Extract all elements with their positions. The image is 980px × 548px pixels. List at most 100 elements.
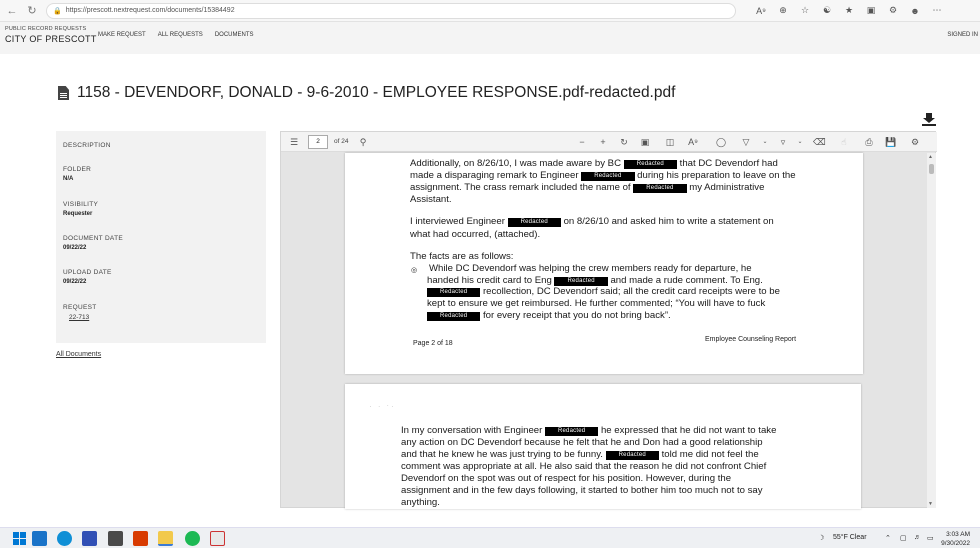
pdf-line: Redacted recollection, DC Devendorf said… [427,286,780,299]
weather-icon: ☽ [818,535,825,542]
description-label: DESCRIPTION [63,142,111,149]
app-icon[interactable] [210,531,225,546]
time: 3:03 AM [946,531,970,538]
chevron-down-icon[interactable]: ⌄ [761,135,769,149]
pdf-page-3: . . ·. In my conversation with Engineer … [345,384,861,509]
pdf-line: made a disparaging remark to Engineer Re… [410,170,796,181]
read-aloud-icon[interactable]: A⁹ [686,135,700,149]
folder-label: FOLDER [63,166,92,173]
pdf-toolbar: ☰ 2 of 24 ⚲ − + ↻ ▣ ◫ A⁹ ◯ ▽ ⌄ ▿ ⌄ ⌫ ☝ ⎙… [281,132,937,152]
office-icon[interactable] [133,531,148,546]
pdf-scrollbar[interactable]: ▲ ▼ [927,153,936,508]
weather-text[interactable]: 55°F Clear [833,534,867,541]
page-number-input[interactable]: 2 [308,135,328,149]
page-footer-left: Page 2 of 18 [413,340,453,347]
pdf-line: The facts are as follows: [410,251,514,262]
highlight-icon[interactable]: ▽ [740,135,752,149]
redaction-box: Redacted [605,451,659,460]
scroll-down-icon[interactable]: ▼ [928,501,933,507]
request-section: REQUEST 22-713 [63,304,97,321]
visibility-value: Requester [63,211,93,217]
site-subtitle: PUBLIC RECORD REQUESTS [5,26,87,32]
battery-icon[interactable]: ▭ [927,534,934,542]
redaction-box: Redacted [581,172,635,181]
upload-date-section: UPLOAD DATE 09/22/22 [63,269,112,285]
zoom-in-icon[interactable]: + [597,135,609,149]
download-icon[interactable] [922,113,936,127]
extension-icon[interactable]: ⚙ [882,5,904,16]
signed-in-link[interactable]: SIGNED IN [947,32,978,38]
fit-page-icon[interactable]: ▣ [639,135,651,149]
chevron-up-icon[interactable]: ⌃ [885,534,891,542]
page-footer-right: Employee Counseling Report [705,336,797,343]
start-icon[interactable] [12,531,27,546]
nav-documents[interactable]: DOCUMENTS [215,32,254,38]
redaction-box: Redacted [623,160,677,169]
file-explorer-icon[interactable] [158,531,173,546]
network-icon[interactable]: ▢ [900,534,907,542]
redaction-box: Redacted [544,427,599,436]
date: 9/30/2022 [941,540,970,547]
nav-all-requests[interactable]: ALL REQUESTS [158,32,203,38]
clock[interactable]: 3:03 AM 9/30/2022 [941,530,970,548]
redaction-box: Redacted [633,184,687,193]
all-documents-link[interactable]: All Documents [56,351,101,358]
reload-icon[interactable]: ↻ [24,3,40,19]
two-page-icon[interactable]: ◫ [664,135,676,149]
document-date-label: DOCUMENT DATE [63,235,123,242]
windows-taskbar: ☽ 55°F Clear ⌃ ▢ ♬ ▭ 3:03 AM 9/30/2022 [0,527,980,548]
nav-make-request[interactable]: MAKE REQUEST [98,32,146,38]
print-icon[interactable]: ⎙ [863,135,875,149]
pdf-line: any action on DC Devendorf because he fe… [401,437,763,448]
document-date-section: DOCUMENT DATE 09/22/22 [63,235,123,251]
folder-value: N/A [63,176,74,182]
scroll-thumb[interactable] [929,164,934,174]
profile-icon[interactable]: ☻ [904,6,926,16]
refresh-icon[interactable]: ☯ [816,5,838,16]
comment-icon[interactable]: ◯ [715,135,727,149]
pdf-line: anything. [401,497,440,508]
read-aloud-icon[interactable]: A⁹ [750,6,772,16]
sidebar-toggle-icon[interactable]: ☰ [287,135,301,149]
collections-icon[interactable]: ▣ [860,5,882,16]
edge-icon[interactable] [57,531,72,546]
chevron-down-icon[interactable]: ⌄ [796,135,804,149]
favorites-icon[interactable]: ★ [838,5,860,16]
file-icon [58,86,69,100]
zoom-icon[interactable]: ⊕ [772,5,794,16]
redaction-box: Redacted [507,218,561,227]
description-section: DESCRIPTION [63,142,111,149]
settings-icon[interactable]: ⚙ [909,135,921,149]
upload-date-value: 09/22/22 [63,279,87,285]
zoom-out-icon[interactable]: − [576,135,588,149]
save-icon[interactable]: 💾 [885,135,897,149]
pdf-line: assignment and in the few days following… [401,485,763,496]
page-title: 1158 - DEVENDORF, DONALD - 9-6-2010 - EM… [58,84,675,102]
menu-icon[interactable]: ⋯ [926,5,948,16]
favorite-add-icon[interactable]: ☆ [794,5,816,16]
address-bar[interactable]: 🔒 https://prescott.nextrequest.com/docum… [46,2,736,19]
visibility-label: VISIBILITY [63,201,99,208]
touch-icon: ☝ [841,137,847,147]
app-icon[interactable] [82,531,97,546]
pdf-line: Assistant. [410,194,452,205]
eraser-icon[interactable]: ⌫ [813,135,826,149]
volume-icon[interactable]: ♬ [914,534,921,541]
redaction-box: Redacted [554,277,608,286]
draw-icon[interactable]: ▿ [777,135,789,149]
spotify-icon[interactable] [185,531,200,546]
calculator-icon[interactable] [108,531,123,546]
scroll-up-icon[interactable]: ▲ [928,154,933,160]
bullet-icon: ◎ [411,266,418,274]
mail-icon[interactable] [32,531,47,546]
url-text: https://prescott.nextrequest.com/documen… [65,7,235,14]
rotate-icon[interactable]: ↻ [618,135,630,149]
redaction-box: Redacted [427,288,481,297]
back-icon[interactable]: ← [4,3,20,19]
pdf-line: kept to ensure we get reimbursed. He fur… [427,298,766,309]
request-link[interactable]: 22-713 [69,314,97,321]
pdf-line: Redacted for every receipt that you do n… [427,310,671,323]
pdf-line: what had occurred, (attached). [410,229,541,240]
search-icon[interactable]: ⚲ [357,135,369,149]
site-title[interactable]: CITY OF PRESCOTT [5,34,97,44]
